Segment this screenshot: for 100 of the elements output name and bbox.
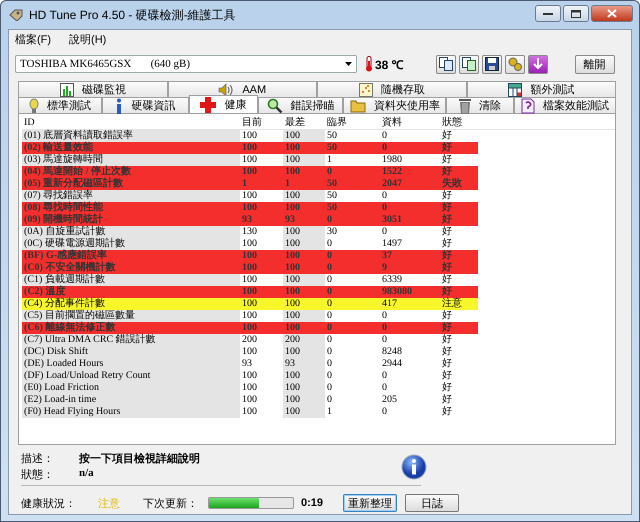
- countdown-time: 0:19: [301, 497, 324, 509]
- window-title: HD Tune Pro 4.50 - 硬碟檢測-維護工具: [29, 6, 237, 24]
- table-cell: (E2) Load-in time: [24, 394, 96, 405]
- tab[interactable]: 資料夾使用率: [343, 97, 446, 113]
- table-cell: 0: [382, 322, 387, 333]
- tab[interactable]: 標準測試: [18, 97, 102, 113]
- next-update-label: 下次更新：: [143, 496, 198, 510]
- tab[interactable]: AAM: [168, 81, 317, 97]
- table-cell: 9: [382, 262, 387, 273]
- table-cell: 100: [242, 202, 257, 213]
- copy-button[interactable]: [436, 54, 456, 74]
- table-cell: 100: [285, 382, 300, 393]
- table-cell: 100: [242, 190, 257, 201]
- table-cell: 好: [442, 286, 452, 297]
- table-cell: 100: [285, 298, 300, 309]
- table-cell: 50: [327, 178, 337, 189]
- table-cell: (09) 開機時間統計: [24, 214, 104, 225]
- table-cell: (0A) 自旋重試計數: [24, 226, 106, 237]
- table-cell: 1: [285, 178, 290, 189]
- table-cell: 0: [382, 334, 387, 345]
- table-cell: (03) 馬達旋轉時間: [24, 154, 104, 165]
- table-cell: 200: [285, 334, 300, 345]
- medical-cross-icon: [200, 96, 216, 112]
- tab[interactable]: 清除: [446, 97, 514, 113]
- close-button[interactable]: [591, 5, 633, 22]
- table-cell: 100: [285, 394, 300, 405]
- close-icon: [607, 9, 617, 18]
- table-cell: 205: [382, 394, 397, 405]
- table-cell: (C6) 離線無法修正數: [24, 322, 116, 333]
- table-cell: 100: [285, 370, 300, 381]
- table-cell: 100: [242, 142, 257, 153]
- table-cell: 0: [382, 130, 387, 141]
- drive-dropdown[interactable]: TOSHIBA MK6465GSX (640 gB): [15, 55, 357, 73]
- table-cell: 100: [242, 130, 257, 141]
- copy-all-button[interactable]: [458, 54, 479, 74]
- column-header[interactable]: 目前: [240, 115, 283, 130]
- log-button[interactable]: 日誌: [405, 494, 459, 512]
- table-cell: 0: [327, 382, 332, 393]
- menu-item[interactable]: 說明(H): [69, 32, 106, 47]
- table-cell: 100: [242, 238, 257, 249]
- save-button[interactable]: [482, 54, 502, 74]
- tab[interactable]: 磁碟監視: [18, 81, 168, 97]
- table-cell: 93: [285, 214, 295, 225]
- table-cell: 1522: [382, 166, 402, 177]
- tab[interactable]: 健康: [188, 95, 258, 113]
- table-cell: 100: [242, 382, 257, 393]
- download-button[interactable]: [528, 54, 548, 74]
- table-cell: (08) 尋找時間性能: [24, 202, 104, 213]
- table-cell: 0: [327, 286, 332, 297]
- table-cell: 100: [242, 154, 257, 165]
- refresh-button[interactable]: 重新整理: [343, 494, 397, 512]
- menu-item[interactable]: 檔案(F): [15, 32, 52, 47]
- minimize-icon: [543, 12, 553, 16]
- tab[interactable]: 隨機存取: [317, 81, 466, 97]
- table-cell: 好: [442, 346, 452, 357]
- table-cell: 0: [327, 262, 332, 273]
- options-button[interactable]: [504, 54, 525, 74]
- file-icon: [520, 98, 535, 114]
- column-header[interactable]: 狀態: [440, 115, 478, 130]
- table-cell: 注意: [442, 298, 462, 309]
- table-cell: 0: [327, 346, 332, 357]
- table-cell: (C4) 分配事件計數: [24, 298, 105, 309]
- grid-icon: [508, 82, 522, 96]
- table-cell: (05) 重新分配磁區計數: [24, 178, 124, 189]
- table-cell: 0: [327, 310, 332, 321]
- maximize-icon: [571, 10, 581, 18]
- table-cell: (C7) Ultra DMA CRC 錯誤計數: [24, 334, 156, 345]
- table-cell: 0: [382, 310, 387, 321]
- tab[interactable]: 檔案效能測試: [514, 97, 616, 113]
- table-cell: (DE) Loaded Hours: [24, 358, 104, 369]
- column-header[interactable]: 資料: [380, 115, 440, 130]
- maximize-button[interactable]: [563, 5, 589, 22]
- table-cell: 100: [242, 262, 257, 273]
- table-cell: (C2) 溫度: [24, 286, 66, 297]
- table-cell: 6339: [382, 274, 402, 285]
- table-cell: 100: [242, 274, 257, 285]
- table-cell: (C0) 不安全關機計數: [24, 262, 116, 273]
- table-cell: (04) 馬達開始 / 停止次數: [24, 166, 131, 177]
- tab[interactable]: 錯誤掃瞄: [258, 97, 344, 113]
- table-cell: 0: [327, 322, 332, 333]
- table-cell: (02) 輸送量效能: [24, 142, 94, 153]
- table-cell: 好: [442, 370, 452, 381]
- table-cell: 好: [442, 202, 452, 213]
- tab[interactable]: 硬碟資訊: [102, 97, 189, 113]
- column-header[interactable]: 臨界: [325, 115, 380, 130]
- table-cell: 好: [442, 250, 452, 261]
- table-cell: 0: [327, 214, 332, 225]
- table-cell: 0: [327, 358, 332, 369]
- info-icon: [401, 454, 427, 480]
- highlighted-row[interactable]: (C4) 分配事件計數 100 100 0 417 注意: [22, 298, 615, 310]
- table-cell: 50: [327, 202, 337, 213]
- table-cell: 好: [442, 142, 452, 153]
- table-cell: 100: [285, 142, 300, 153]
- table-cell: 100: [285, 274, 300, 285]
- table-cell: (BF) G-感應錯誤率: [24, 250, 108, 261]
- minimize-button[interactable]: [535, 5, 561, 22]
- exit-button[interactable]: 離開: [574, 54, 615, 74]
- tab[interactable]: 額外測試: [466, 81, 616, 97]
- table-cell: 100: [285, 250, 300, 261]
- description-label: 描述：: [21, 452, 55, 466]
